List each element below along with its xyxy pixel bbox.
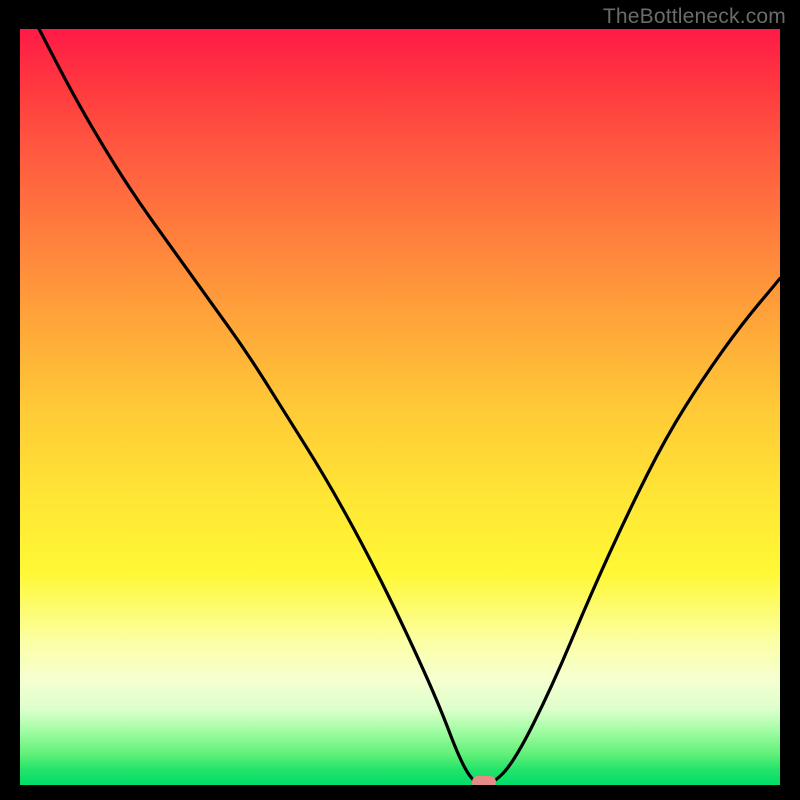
optimal-marker	[472, 776, 496, 785]
bottleneck-curve	[20, 29, 780, 785]
plot-area	[20, 29, 780, 785]
watermark-text: TheBottleneck.com	[603, 5, 786, 29]
chart-frame: TheBottleneck.com	[0, 0, 800, 800]
